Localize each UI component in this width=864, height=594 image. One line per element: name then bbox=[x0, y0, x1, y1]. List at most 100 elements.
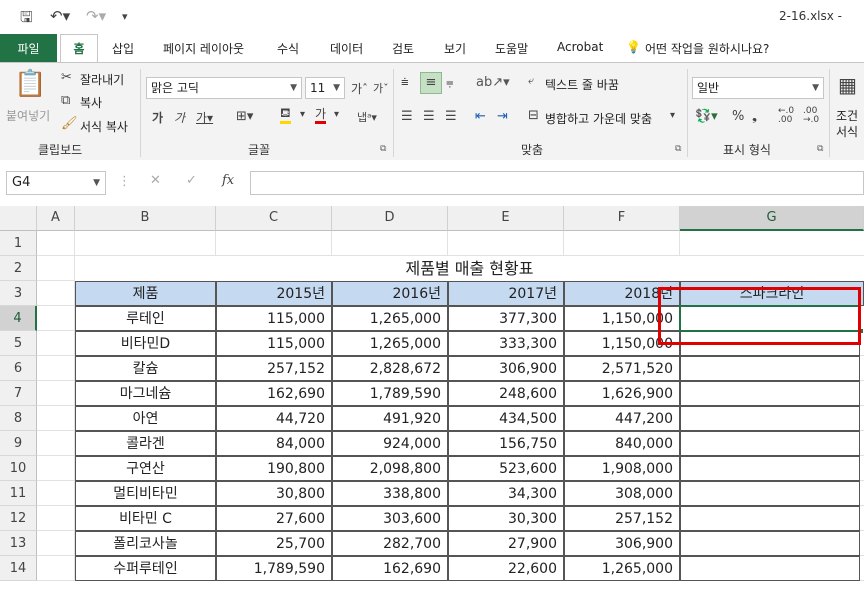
align-center-icon[interactable]: ☰ bbox=[423, 109, 435, 124]
sparkline-cell[interactable] bbox=[680, 381, 860, 406]
product-name-cell[interactable]: 칼슘 bbox=[75, 356, 216, 381]
tab-insert[interactable]: 삽입 bbox=[112, 40, 134, 57]
copy-button[interactable]: 복사 bbox=[80, 94, 102, 111]
select-all-corner[interactable] bbox=[0, 206, 37, 231]
sales-value-cell[interactable]: 924,000 bbox=[332, 431, 448, 456]
sales-value-cell[interactable]: 27,900 bbox=[448, 531, 564, 556]
sales-value-cell[interactable]: 1,265,000 bbox=[332, 331, 448, 356]
italic-icon[interactable]: 가 bbox=[174, 109, 185, 126]
sales-value-cell[interactable]: 162,690 bbox=[216, 381, 332, 406]
product-name-cell[interactable]: 수퍼루테인 bbox=[75, 556, 216, 581]
tab-acrobat[interactable]: Acrobat bbox=[557, 40, 603, 54]
sales-value-cell[interactable]: 162,690 bbox=[332, 556, 448, 581]
paste-icon[interactable]: 📋 bbox=[14, 69, 46, 99]
sales-value-cell[interactable]: 27,600 bbox=[216, 506, 332, 531]
sparkline-cell[interactable] bbox=[680, 406, 860, 431]
sales-value-cell[interactable]: 1,265,000 bbox=[564, 556, 680, 581]
sales-value-cell[interactable]: 115,000 bbox=[216, 331, 332, 356]
row-header-4[interactable]: 4 bbox=[0, 306, 37, 331]
chevron-down-icon[interactable]: ▾ bbox=[300, 109, 305, 120]
tab-review[interactable]: 검토 bbox=[392, 40, 414, 57]
redo-icon[interactable]: ↷▾ bbox=[86, 7, 106, 25]
number-format-select[interactable]: 일반 ▼ bbox=[692, 77, 824, 99]
sparkline-cell[interactable] bbox=[680, 356, 860, 381]
row-header-12[interactable]: 12 bbox=[0, 506, 37, 531]
tab-formulas[interactable]: 수식 bbox=[277, 40, 299, 57]
row-header-5[interactable]: 5 bbox=[0, 331, 37, 356]
dialog-launcher-icon[interactable]: ⧉ bbox=[675, 144, 681, 154]
sales-value-cell[interactable]: 257,152 bbox=[216, 356, 332, 381]
column-header-c[interactable]: C bbox=[216, 206, 332, 231]
cut-button[interactable]: 잘라내기 bbox=[80, 71, 124, 88]
tab-help[interactable]: 도움말 bbox=[495, 40, 528, 57]
sparkline-cell[interactable] bbox=[680, 481, 860, 506]
align-right-icon[interactable]: ☰ bbox=[445, 109, 457, 124]
conditional-formatting-label-2[interactable]: 서식 bbox=[836, 123, 858, 140]
insert-function-icon[interactable]: fx bbox=[222, 173, 234, 188]
border-icon[interactable]: ⊞▾ bbox=[236, 109, 253, 124]
sales-value-cell[interactable]: 523,600 bbox=[448, 456, 564, 481]
chevron-down-icon[interactable]: ▾ bbox=[670, 110, 675, 121]
sales-value-cell[interactable]: 338,800 bbox=[332, 481, 448, 506]
product-name-cell[interactable]: 폴리코사놀 bbox=[75, 531, 216, 556]
row-header-11[interactable]: 11 bbox=[0, 481, 37, 506]
sales-value-cell[interactable]: 306,900 bbox=[564, 531, 680, 556]
product-name-cell[interactable]: 구연산 bbox=[75, 456, 216, 481]
font-name-select[interactable]: 맑은 고딕 ▼ bbox=[146, 77, 302, 99]
tell-me-search[interactable]: 어떤 작업을 원하시나요? bbox=[645, 40, 769, 57]
sales-value-cell[interactable]: 1,626,900 bbox=[564, 381, 680, 406]
percent-icon[interactable]: % bbox=[732, 109, 744, 124]
paste-button[interactable]: 붙여넣기 bbox=[6, 107, 50, 124]
tab-data[interactable]: 데이터 bbox=[330, 40, 363, 57]
column-header-b[interactable]: B bbox=[75, 206, 216, 231]
sales-value-cell[interactable]: 434,500 bbox=[448, 406, 564, 431]
sales-value-cell[interactable]: 377,300 bbox=[448, 306, 564, 331]
merge-center-button[interactable]: 병합하고 가운데 맞춤 bbox=[545, 110, 652, 127]
sales-value-cell[interactable]: 34,300 bbox=[448, 481, 564, 506]
accounting-format-icon[interactable]: 💱▾ bbox=[695, 109, 718, 124]
row-header-6[interactable]: 6 bbox=[0, 356, 37, 381]
font-size-select[interactable]: 11 ▼ bbox=[305, 77, 345, 99]
product-name-cell[interactable]: 비타민 C bbox=[75, 506, 216, 531]
sales-value-cell[interactable]: 1,908,000 bbox=[564, 456, 680, 481]
tab-file[interactable]: 파일 bbox=[0, 34, 57, 62]
conditional-formatting-label[interactable]: 조건 bbox=[836, 107, 858, 124]
sales-value-cell[interactable]: 115,000 bbox=[216, 306, 332, 331]
column-header-d[interactable]: D bbox=[332, 206, 448, 231]
sales-value-cell[interactable]: 1,265,000 bbox=[332, 306, 448, 331]
row-header-1[interactable]: 1 bbox=[0, 231, 37, 256]
tab-page-layout[interactable]: 페이지 레이아웃 bbox=[163, 40, 244, 57]
sales-value-cell[interactable]: 30,800 bbox=[216, 481, 332, 506]
sales-value-cell[interactable]: 30,300 bbox=[448, 506, 564, 531]
sales-value-cell[interactable]: 306,900 bbox=[448, 356, 564, 381]
grow-font-icon[interactable]: 가ˆ bbox=[351, 80, 368, 97]
row-header-7[interactable]: 7 bbox=[0, 381, 37, 406]
column-header-e[interactable]: E bbox=[448, 206, 564, 231]
product-name-cell[interactable]: 루테인 bbox=[75, 306, 216, 331]
sparkline-cell[interactable] bbox=[680, 556, 860, 581]
tab-home[interactable]: 홈 bbox=[60, 34, 98, 62]
sales-value-cell[interactable]: 190,800 bbox=[216, 456, 332, 481]
align-middle-icon[interactable]: ≡ bbox=[420, 72, 442, 94]
sparkline-cell[interactable] bbox=[680, 531, 860, 556]
sales-value-cell[interactable]: 282,700 bbox=[332, 531, 448, 556]
format-painter-button[interactable]: 서식 복사 bbox=[80, 118, 128, 135]
decrease-indent-icon[interactable]: ⇤ bbox=[475, 109, 486, 124]
sales-value-cell[interactable]: 333,300 bbox=[448, 331, 564, 356]
sparkline-cell[interactable] bbox=[680, 506, 860, 531]
row-header-9[interactable]: 9 bbox=[0, 431, 37, 456]
sparkline-cell[interactable] bbox=[680, 431, 860, 456]
align-bottom-icon[interactable]: ⩦ bbox=[446, 75, 454, 90]
cancel-icon[interactable]: ✕ bbox=[150, 173, 161, 188]
increase-decimal-icon[interactable]: ←.0.00 bbox=[778, 107, 794, 125]
sales-value-cell[interactable]: 84,000 bbox=[216, 431, 332, 456]
sales-value-cell[interactable]: 257,152 bbox=[564, 506, 680, 531]
column-header-g[interactable]: G bbox=[680, 206, 864, 231]
sales-value-cell[interactable]: 2,098,800 bbox=[332, 456, 448, 481]
sales-value-cell[interactable]: 156,750 bbox=[448, 431, 564, 456]
product-name-cell[interactable]: 마그네슘 bbox=[75, 381, 216, 406]
conditional-formatting-icon[interactable]: ▦ bbox=[838, 73, 857, 97]
column-header-f[interactable]: F bbox=[564, 206, 680, 231]
sales-value-cell[interactable]: 25,700 bbox=[216, 531, 332, 556]
row-header-2[interactable]: 2 bbox=[0, 256, 37, 281]
